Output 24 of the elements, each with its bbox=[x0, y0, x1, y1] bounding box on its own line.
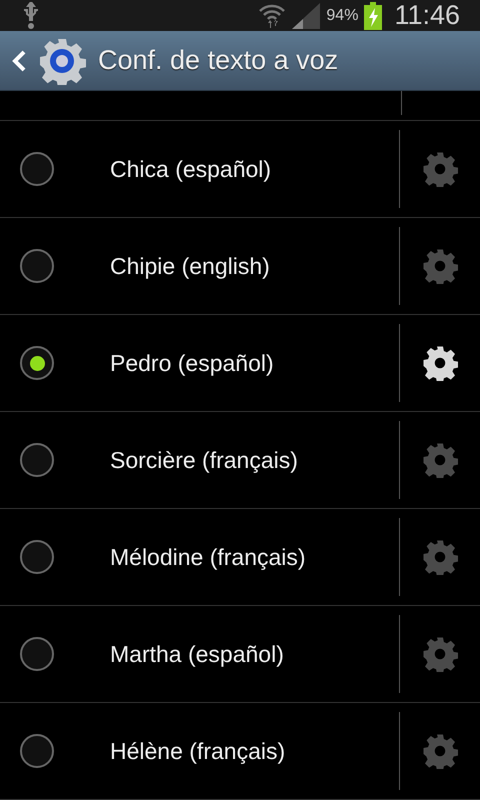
battery-charging-icon bbox=[364, 2, 382, 30]
usb-icon bbox=[22, 2, 40, 30]
settings-icon bbox=[38, 36, 86, 85]
back-button[interactable] bbox=[12, 50, 26, 72]
radio-button[interactable] bbox=[20, 540, 54, 574]
voice-name: Sorcière (français) bbox=[110, 446, 299, 474]
voice-name: Mélodine (français) bbox=[110, 544, 307, 570]
voice-name: Hélène (français) bbox=[110, 738, 286, 764]
radio-button[interactable] bbox=[20, 152, 54, 186]
signal-icon bbox=[292, 2, 320, 29]
radio-button[interactable] bbox=[20, 249, 54, 283]
wifi-icon bbox=[258, 2, 286, 29]
radio-button[interactable] bbox=[20, 734, 54, 768]
radio-button[interactable] bbox=[20, 637, 54, 671]
voice-name: Pedro (español) bbox=[110, 350, 275, 376]
screen-title: Conf. de texto a voz bbox=[98, 45, 338, 76]
voice-name: Martha (español) bbox=[110, 640, 285, 668]
voice-name: Chipie (english) bbox=[110, 252, 271, 280]
radio-button[interactable] bbox=[20, 443, 54, 477]
battery-percentage: 94% bbox=[326, 6, 358, 25]
voice-name: Chica (español) bbox=[110, 156, 272, 182]
clock: 11:46 bbox=[394, 0, 460, 32]
settings-icon[interactable] bbox=[422, 345, 458, 381]
radio-button[interactable] bbox=[20, 346, 54, 380]
